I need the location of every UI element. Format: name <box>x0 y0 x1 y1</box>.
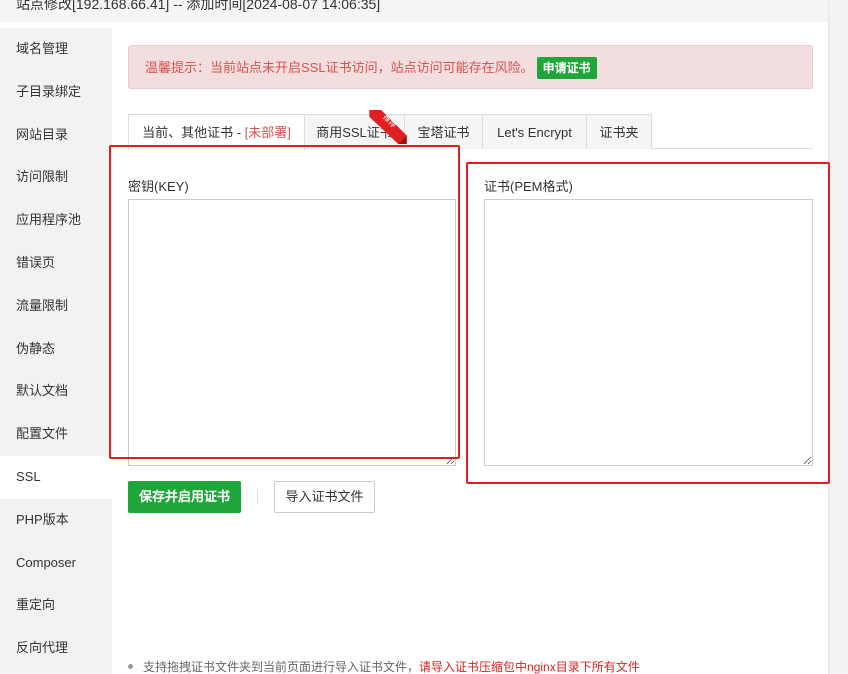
ssl-panel: 温馨提示：当前站点未开启SSL证书访问，站点访问可能存在风险。 申请证书 当前、其… <box>109 28 830 674</box>
sidebar-item-reverse-proxy[interactable]: 反向代理 <box>0 627 112 670</box>
cert-label: 证书(PEM格式) <box>484 179 573 194</box>
window-title-bar: 站点修改[192.168.66.41] -- 添加时间[2024-08-07 1… <box>0 0 828 22</box>
sidebar-item-access-limit[interactable]: 访问限制 <box>0 156 112 199</box>
save-enable-certificate-button[interactable]: 保存并启用证书 <box>128 481 241 513</box>
site-edit-window: 站点修改[192.168.66.41] -- 添加时间[2024-08-07 1… <box>0 0 848 674</box>
apply-certificate-button[interactable]: 申请证书 <box>536 56 597 79</box>
window-title: 站点修改[192.168.66.41] -- 添加时间[2024-08-07 1… <box>16 0 381 12</box>
sidebar-item-php-version[interactable]: PHP版本 <box>0 499 112 542</box>
tip-text: 支持拖拽证书文件夹到当前页面进行导入证书文件， <box>143 660 420 674</box>
tab-lets-encrypt[interactable]: Let's Encrypt <box>482 114 587 149</box>
sidebar-item-composer[interactable]: Composer <box>0 542 112 585</box>
import-certificate-button[interactable]: 导入证书文件 <box>274 481 375 513</box>
sidebar-item-subdirectory[interactable]: 子目录绑定 <box>0 71 112 114</box>
tab-commercial-ssl[interactable]: 商用SSL证书 <box>304 114 405 149</box>
certificate-tabs: 当前、其他证书 - [未部署] 商用SSL证书 宝塔证书 Let's Encry… <box>128 114 813 150</box>
tab-current-certificate[interactable]: 当前、其他证书 - [未部署] <box>128 114 305 150</box>
tip-highlight: 请导入证书压缩包中nginx目录下所有文件 <box>419 660 640 674</box>
alert-text: 温馨提示：当前站点未开启SSL证书访问，站点访问可能存在风险。 <box>145 60 534 75</box>
sidebar-item-redirect[interactable]: 重定向 <box>0 584 112 627</box>
sidebar-item-error-page[interactable]: 错误页 <box>0 242 112 285</box>
scrollbar[interactable] <box>828 0 848 674</box>
cert-textarea[interactable] <box>484 199 813 466</box>
key-label: 密钥(KEY) <box>128 179 189 194</box>
sidebar-item-config-file[interactable]: 配置文件 <box>0 413 112 456</box>
sidebar-item-ssl[interactable]: SSL <box>0 455 112 499</box>
sidebar-item-rewrite[interactable]: 伪静态 <box>0 328 112 371</box>
tab-certificate-folder[interactable]: 证书夹 <box>586 114 652 149</box>
sidebar-item-default-doc[interactable]: 默认文档 <box>0 370 112 413</box>
drag-import-tip: 支持拖拽证书文件夹到当前页面进行导入证书文件，请导入证书压缩包中nginx目录下… <box>128 658 640 674</box>
ssl-warning-alert: 温馨提示：当前站点未开启SSL证书访问，站点访问可能存在风险。 申请证书 <box>128 45 813 89</box>
button-divider <box>257 489 258 505</box>
sidebar: 域名管理 子目录绑定 网站目录 访问限制 应用程序池 错误页 流量限制 伪静态 … <box>0 28 112 674</box>
sidebar-item-site-directory[interactable]: 网站目录 <box>0 114 112 157</box>
tab-current-label: 当前、其他证书 - <box>142 125 245 140</box>
sidebar-item-app-pool[interactable]: 应用程序池 <box>0 199 112 242</box>
sidebar-item-domain[interactable]: 域名管理 <box>0 28 112 71</box>
tip-bullet <box>128 664 133 670</box>
sidebar-item-traffic-limit[interactable]: 流量限制 <box>0 285 112 328</box>
key-textarea[interactable] <box>128 199 456 466</box>
tab-current-status: [未部署] <box>244 125 291 140</box>
tab-baota-certificate[interactable]: 宝塔证书 <box>404 114 483 149</box>
